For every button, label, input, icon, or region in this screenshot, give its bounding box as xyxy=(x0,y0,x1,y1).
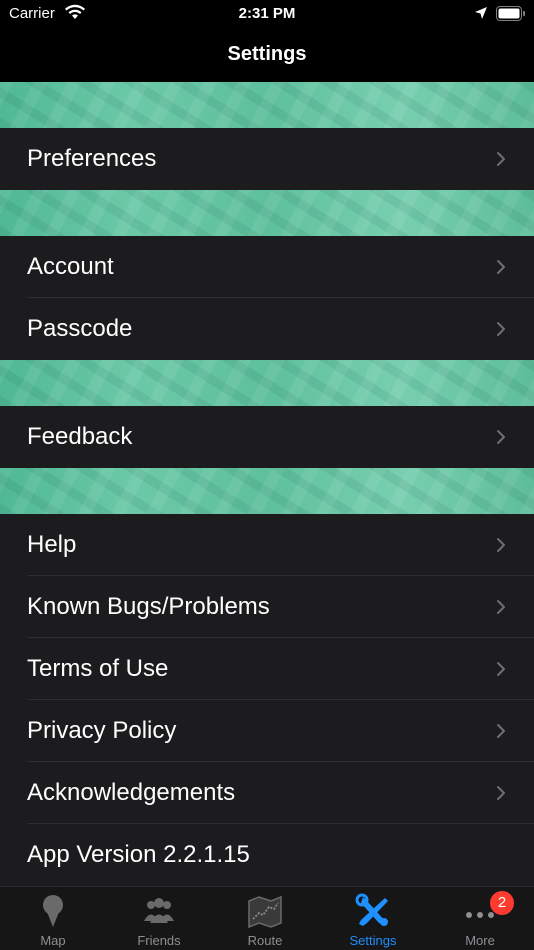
chevron-right-icon xyxy=(497,430,505,444)
section-banner xyxy=(0,190,534,236)
row-label: Privacy Policy xyxy=(27,717,177,744)
settings-row-terms-of-use[interactable]: Terms of Use xyxy=(0,638,534,700)
section-banner xyxy=(0,468,534,514)
tab-settings[interactable]: Settings xyxy=(320,887,426,950)
tab-map[interactable]: Map xyxy=(0,887,106,950)
status-time: 2:31 PM xyxy=(238,5,296,22)
row-label: Acknowledgements xyxy=(27,779,236,806)
battery-icon xyxy=(496,6,525,21)
chevron-right-icon xyxy=(497,322,505,336)
tab-label: More xyxy=(465,933,495,948)
chevron-right-icon xyxy=(497,786,505,800)
page-title: Settings xyxy=(227,43,307,65)
section-banner xyxy=(0,360,534,406)
row-label: Account xyxy=(27,253,114,280)
settings-row-preferences[interactable]: Preferences xyxy=(0,128,534,190)
map-pin-icon xyxy=(43,895,63,927)
notification-badge: 2 xyxy=(490,891,514,915)
tab-friends[interactable]: Friends xyxy=(106,887,212,950)
location-arrow-icon xyxy=(475,7,487,19)
tab-more[interactable]: More xyxy=(427,887,533,950)
tab-label: Route xyxy=(247,933,283,948)
chevron-right-icon xyxy=(497,260,505,274)
row-label: Preferences xyxy=(27,145,157,172)
settings-row-feedback[interactable]: Feedback xyxy=(0,406,534,468)
tab-label: Friends xyxy=(137,933,181,948)
settings-row-help[interactable]: Help xyxy=(0,514,534,576)
row-label: Known Bugs/Problems xyxy=(27,593,270,620)
chevron-right-icon xyxy=(497,600,505,614)
tab-route[interactable]: Route xyxy=(212,887,318,950)
settings-row-privacy-policy[interactable]: Privacy Policy xyxy=(0,700,534,762)
route-icon xyxy=(248,895,282,929)
chevron-right-icon xyxy=(497,724,505,738)
tab-bar: Map Friends Route Settings More xyxy=(0,886,534,950)
app-version-label: App Version 2.2.1.15 xyxy=(27,841,250,868)
tools-icon xyxy=(355,893,388,926)
section-banner xyxy=(0,82,534,128)
friends-icon xyxy=(144,898,174,923)
tab-label: Settings xyxy=(349,933,397,948)
settings-row-known-bugs[interactable]: Known Bugs/Problems xyxy=(0,576,534,638)
row-label: Help xyxy=(27,531,77,558)
settings-row-acknowledgements[interactable]: Acknowledgements xyxy=(0,762,534,824)
tab-label: Map xyxy=(40,933,66,948)
app-version-row: App Version 2.2.1.15 xyxy=(0,824,534,886)
settings-row-account[interactable]: Account xyxy=(0,236,534,298)
status-bar: Carrier 2:31 PM xyxy=(0,0,534,28)
row-label: Passcode xyxy=(27,315,133,342)
chevron-right-icon xyxy=(497,152,505,166)
chevron-right-icon xyxy=(497,662,505,676)
row-label: Terms of Use xyxy=(27,655,169,682)
settings-row-passcode[interactable]: Passcode xyxy=(0,298,534,360)
chevron-right-icon xyxy=(497,538,505,552)
row-label: Feedback xyxy=(27,423,133,450)
navigation-bar: Settings xyxy=(0,28,534,82)
